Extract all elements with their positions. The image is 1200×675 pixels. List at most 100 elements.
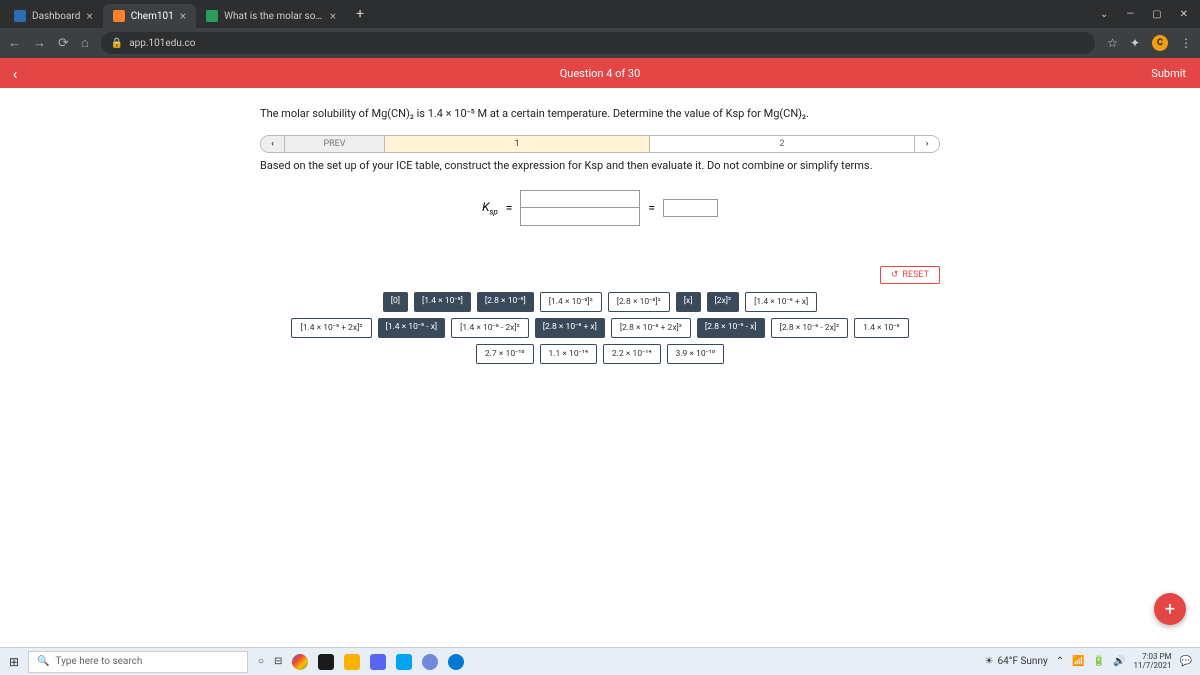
help-fab[interactable]: + [1154,593,1186,625]
favicon [206,10,218,22]
tab-title: Chem101 [131,11,174,22]
search-placeholder: Type here to search [55,656,142,667]
close-icon[interactable]: × [86,9,92,23]
step-prev[interactable]: PREV [285,136,385,152]
favicon [113,10,125,22]
step-chevron-right[interactable]: › [915,136,939,152]
folder-icon[interactable] [344,654,360,670]
back-icon[interactable]: ← [8,35,21,51]
submit-button[interactable]: Submit [1137,67,1200,80]
window-controls: ⌄ — ▢ ✕ [1100,9,1196,20]
answer-chip[interactable]: [2.8 × 10⁻⁵]² [608,292,670,312]
step-instruction: Based on the set up of your ICE table, c… [260,159,940,172]
answer-chip[interactable]: [1.4 × 10⁻⁵ + x] [745,292,817,312]
answer-chip[interactable]: [2x]² [707,292,740,312]
app-icon[interactable] [396,654,412,670]
menu-icon[interactable]: ⋮ [1180,36,1192,50]
answer-chips: [0] [1.4 × 10⁻⁵] [2.8 × 10⁻⁵] [1.4 × 10⁻⁵]²… [260,292,940,364]
taskbar-search[interactable]: 🔍 Type here to search [28,651,248,673]
question-header: ‹ Question 4 of 30 Submit [0,58,1200,88]
weather-text: 64°F Sunny [998,656,1048,667]
date-text: 11/7/2021 [1133,662,1171,671]
extensions-icon[interactable]: ✦ [1130,36,1140,50]
task-view-icon[interactable]: ⊟ [274,656,282,667]
home-icon[interactable]: ⌂ [81,35,89,51]
reset-label: RESET [902,270,929,280]
question-prompt: The molar solubility of Mg(CN)₂ is 1.4 ×… [260,106,940,121]
app-icon[interactable] [318,654,334,670]
equation-row: Ksp = = [482,190,718,226]
close-icon[interactable]: × [330,9,336,23]
answer-chip[interactable]: [2.8 × 10⁻⁵ + x] [535,318,605,338]
discord-icon[interactable] [370,654,386,670]
address-bar[interactable]: 🔒 app.101edu.co [101,32,1095,54]
answer-chip[interactable]: 1.1 × 10⁻¹⁴ [540,344,598,364]
answer-chip[interactable]: [x] [676,292,701,312]
back-chevron-icon[interactable]: ‹ [0,64,30,83]
windows-taskbar: ⊞ 🔍 Type here to search ○ ⊟ ☀ 64°F Sunny… [0,647,1200,675]
extension-badge[interactable]: C [1152,35,1168,51]
question-number: Question 4 of 30 [560,67,641,80]
edge-icon[interactable] [448,654,464,670]
cortana-icon[interactable]: ○ [258,656,264,667]
taskbar-apps: ○ ⊟ [248,654,474,670]
app-icon[interactable] [422,654,438,670]
answer-chip[interactable]: 2.2 × 10⁻¹⁴ [603,344,661,364]
maximize-button[interactable]: ▢ [1152,9,1161,20]
forward-icon[interactable]: → [33,35,46,51]
equals-sign: = [648,201,655,215]
clock[interactable]: 7:03 PM 11/7/2021 [1133,653,1171,671]
step-navigation: ‹ PREV 1 2 › [260,135,940,153]
answer-chip[interactable]: [2.8 × 10⁻⁵ - 2x]² [771,318,849,338]
volume-icon[interactable]: 🔊 [1113,656,1125,667]
chrome-icon[interactable] [292,654,308,670]
tab-title: Dashboard [32,11,80,22]
close-window-button[interactable]: ✕ [1180,9,1188,20]
lock-icon: 🔒 [111,38,123,49]
star-icon[interactable]: ☆ [1107,36,1118,50]
answer-chip[interactable]: [1.4 × 10⁻⁵ - 2x]² [451,318,529,338]
tab-chem101[interactable]: Chem101 × [103,4,196,28]
chevron-up-icon[interactable]: ⌃ [1056,656,1064,667]
start-button[interactable]: ⊞ [0,655,28,669]
answer-chip[interactable]: [1.4 × 10⁻⁵ - x] [378,318,446,338]
answer-chip[interactable]: [1.4 × 10⁻⁵] [414,292,471,312]
fraction-slots [520,190,640,226]
answer-chip[interactable]: [2.8 × 10⁻⁵] [477,292,534,312]
tab-question[interactable]: What is the molar solubility of M × [196,4,346,28]
answer-chip[interactable]: [2.8 × 10⁻⁵ - x] [697,318,765,338]
tab-dashboard[interactable]: Dashboard × [4,4,103,28]
answer-chip[interactable]: [1.4 × 10⁻⁵]² [540,292,602,312]
step-2[interactable]: 2 [650,136,915,152]
answer-chip[interactable]: [0] [383,292,408,312]
answer-chip[interactable]: [2.8 × 10⁻⁵ + 2x]² [611,318,691,338]
answer-chip[interactable]: 3.9 × 10⁻¹⁰ [667,344,725,364]
answer-chip[interactable]: 1.4 × 10⁻⁵ [854,318,908,338]
equals-sign: = [506,201,513,215]
numerator-slot[interactable] [520,190,640,208]
minimize-button[interactable]: — [1126,9,1134,20]
content-area: The molar solubility of Mg(CN)₂ is 1.4 ×… [0,88,1200,364]
new-tab-button[interactable]: + [350,4,370,24]
answer-chip[interactable]: 2.7 × 10⁻¹⁰ [476,344,534,364]
step-1[interactable]: 1 [385,136,650,152]
ksp-label: Ksp [482,200,498,216]
browser-tab-bar: Dashboard × Chem101 × What is the molar … [0,0,1200,28]
notifications-icon[interactable]: 💬 [1180,656,1192,667]
battery-icon[interactable]: 🔋 [1093,656,1105,667]
network-icon[interactable]: 📶 [1072,656,1084,667]
favicon [14,10,26,22]
undo-icon: ↺ [891,270,899,280]
result-slot[interactable] [663,199,718,217]
url-text: app.101edu.co [129,38,195,49]
answer-chip[interactable]: [1.4 × 10⁻⁵ + 2x]² [291,318,371,338]
reload-icon[interactable]: ⟳ [58,36,69,51]
chevron-down-icon[interactable]: ⌄ [1100,9,1108,20]
sun-icon: ☀ [985,656,994,667]
weather-widget[interactable]: ☀ 64°F Sunny [985,656,1048,667]
close-icon[interactable]: × [180,9,186,23]
step-chevron-left[interactable]: ‹ [261,136,285,152]
denominator-slot[interactable] [520,208,640,226]
reset-button[interactable]: ↺ RESET [880,266,940,284]
system-tray: ☀ 64°F Sunny ⌃ 📶 🔋 🔊 7:03 PM 11/7/2021 💬 [985,653,1200,671]
